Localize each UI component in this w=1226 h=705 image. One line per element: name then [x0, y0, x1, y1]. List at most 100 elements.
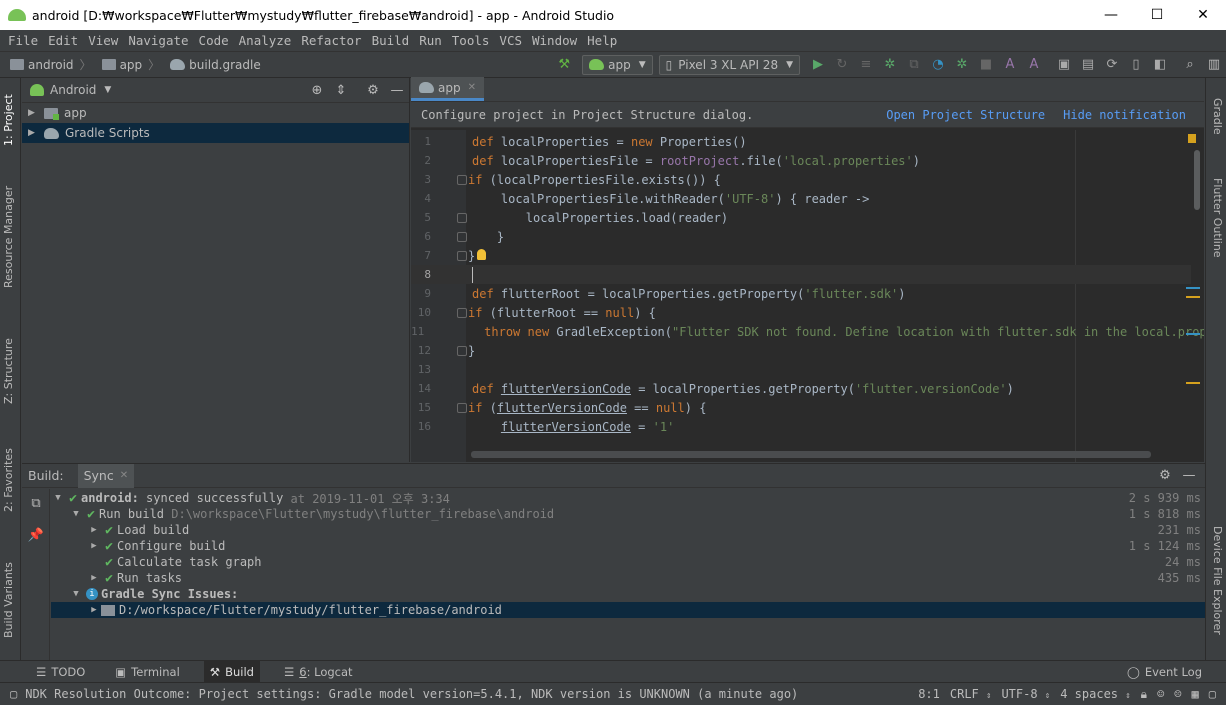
status-message[interactable]: NDK Resolution Outcome: Project settings…	[25, 687, 798, 701]
sdk-manager-icon[interactable]: ▤	[1080, 57, 1096, 73]
menu-vcs[interactable]: VCS	[494, 33, 527, 48]
make-project-icon[interactable]: ⚒	[556, 57, 572, 73]
debug-icon[interactable]: ✲	[882, 57, 898, 73]
editor-tab-app[interactable]: app ✕	[411, 77, 484, 101]
collapse-all-icon[interactable]: ⇕	[333, 82, 349, 98]
breadcrumb-build-gradle[interactable]: build.gradle	[170, 58, 261, 72]
hide-notification-link[interactable]: Hide notification	[1063, 108, 1186, 122]
tab-terminal[interactable]: ▣ Terminal	[109, 661, 185, 683]
menu-tools[interactable]: Tools	[447, 33, 495, 48]
collapse-icon[interactable]: ▼	[69, 509, 83, 519]
code-editor[interactable]: 1 def localProperties = new Properties() …	[411, 130, 1204, 462]
rerun-icon[interactable]: ↻	[834, 57, 850, 73]
tab-sync[interactable]: Sync ✕	[77, 463, 135, 488]
stop-icon[interactable]: ■	[978, 57, 994, 73]
highlight-marker[interactable]	[1186, 333, 1200, 335]
breadcrumb-android[interactable]: android 〉	[10, 56, 92, 73]
tab-build[interactable]: ⚒ Build	[203, 660, 260, 683]
minimize-button[interactable]: —	[1088, 0, 1134, 30]
menu-refactor[interactable]: Refactor	[296, 33, 366, 48]
collapse-icon[interactable]: ▼	[69, 589, 83, 599]
chevron-down-icon[interactable]: ▼	[104, 85, 111, 95]
tab-logcat[interactable]: ☰ 6: Logcat	[278, 661, 359, 683]
build-row[interactable]: ✔ Calculate task graph 24 ms	[51, 554, 1205, 570]
menu-run[interactable]: Run	[414, 33, 447, 48]
device-file-explorer-tool-tab[interactable]: Device File Explorer	[1211, 526, 1224, 635]
profile-icon[interactable]: ◔	[930, 57, 946, 73]
menu-window[interactable]: Window	[527, 33, 582, 48]
gear-icon[interactable]: ⚙	[1157, 468, 1173, 484]
tab-event-log[interactable]: ◯ Event Log	[1121, 661, 1208, 683]
run-with-coverage-icon[interactable]: ✲	[954, 57, 970, 73]
structure-tool-tab[interactable]: Z: Structure	[2, 338, 15, 404]
flutter-inspector-icon[interactable]: A	[1002, 57, 1018, 73]
build-row[interactable]: ▶ ✔ Configure build 1 s 124 ms	[51, 538, 1205, 554]
expand-icon[interactable]: ▶	[87, 541, 101, 551]
menu-help[interactable]: Help	[582, 33, 622, 48]
build-row-selected[interactable]: ▶ D:/workspace/Flutter/mystudy/flutter_f…	[51, 602, 1205, 618]
locate-icon[interactable]: ⊕	[309, 82, 325, 98]
tree-item-app[interactable]: ▶ app	[22, 103, 409, 123]
hide-icon[interactable]: —	[1181, 468, 1197, 484]
vertical-scrollbar[interactable]	[1194, 150, 1200, 210]
gradle-tool-tab[interactable]: Gradle	[1211, 98, 1224, 135]
build-row[interactable]: ▼ i Gradle Sync Issues:	[51, 586, 1205, 602]
run-config-select[interactable]: app ▼	[582, 54, 653, 75]
memory-icon[interactable]: ▦	[1192, 687, 1199, 701]
close-button[interactable]: ✕	[1180, 0, 1226, 30]
tree-item-gradle-scripts[interactable]: ▶ Gradle Scripts	[22, 123, 409, 143]
device-file-icon[interactable]: ◧	[1152, 57, 1168, 73]
smile-icon[interactable]: ☺	[1157, 687, 1164, 701]
avd-manager-icon[interactable]: ▯	[1128, 57, 1144, 73]
expand-icon[interactable]: ▶	[87, 525, 101, 535]
notifications-icon[interactable]: ▢	[1209, 687, 1216, 701]
attach-debugger-icon[interactable]: ⧉	[906, 57, 922, 73]
hide-icon[interactable]: —	[389, 82, 405, 98]
build-row[interactable]: ▶ ✔ Load build 231 ms	[51, 522, 1205, 538]
line-separator-select[interactable]: CRLF ⇕	[950, 687, 992, 701]
highlight-marker[interactable]	[1186, 287, 1200, 289]
highlight-marker[interactable]	[1186, 296, 1200, 298]
search-icon[interactable]: ⌕	[1182, 57, 1198, 73]
build-row[interactable]: ▼ ✔ android: synced successfully at 2019…	[51, 490, 1205, 506]
pin-icon[interactable]: 📌	[28, 527, 44, 543]
device-select[interactable]: ▯ Pixel 3 XL API 28 ▼	[658, 54, 800, 75]
status-toggle-icon[interactable]: ▢	[10, 687, 17, 701]
encoding-select[interactable]: UTF-8 ⇕	[1001, 687, 1050, 701]
tab-todo[interactable]: ☰ TODO	[30, 661, 91, 683]
expand-icon[interactable]: ▶	[87, 605, 101, 615]
toggle-view-icon[interactable]: ⧉	[28, 495, 44, 511]
resource-manager-tool-tab[interactable]: Resource Manager	[2, 186, 15, 288]
caret-position[interactable]: 8:1	[918, 687, 940, 701]
menu-build[interactable]: Build	[367, 33, 415, 48]
apply-changes-icon[interactable]: ≡	[858, 57, 874, 73]
run-icon[interactable]: ▶	[810, 57, 826, 73]
flutter-attach-icon[interactable]: A	[1026, 57, 1042, 73]
menu-file[interactable]: File	[3, 33, 43, 48]
gutter-icon[interactable]: ▥	[1206, 57, 1222, 73]
project-tool-tab[interactable]: 1: Project	[2, 94, 15, 146]
project-structure-icon[interactable]: ▣	[1056, 57, 1072, 73]
gear-icon[interactable]: ⚙	[365, 82, 381, 98]
menu-analyze[interactable]: Analyze	[234, 33, 297, 48]
expand-icon[interactable]: ▶	[28, 128, 44, 138]
close-icon[interactable]: ✕	[468, 82, 476, 93]
indent-select[interactable]: 4 spaces ⇕	[1060, 687, 1130, 701]
menu-edit[interactable]: Edit	[43, 33, 83, 48]
build-row[interactable]: ▶ ✔ Run tasks 435 ms	[51, 570, 1205, 586]
warning-marker[interactable]	[1188, 134, 1196, 143]
menu-view[interactable]: View	[83, 33, 123, 48]
build-variants-tool-tab[interactable]: Build Variants	[2, 562, 15, 638]
expand-icon[interactable]: ▶	[87, 573, 101, 583]
frown-icon[interactable]: ☹	[1174, 687, 1181, 701]
favorites-tool-tab[interactable]: 2: Favorites	[2, 448, 15, 512]
menu-code[interactable]: Code	[194, 33, 234, 48]
lightbulb-icon[interactable]	[477, 248, 487, 260]
open-project-structure-link[interactable]: Open Project Structure	[886, 108, 1045, 122]
horizontal-scrollbar[interactable]	[471, 451, 1151, 458]
expand-icon[interactable]: ▶	[28, 108, 44, 118]
build-row[interactable]: ▼ ✔ Run build D:\workspace\Flutter\mystu…	[51, 506, 1205, 522]
highlight-marker[interactable]	[1186, 382, 1200, 384]
menu-navigate[interactable]: Navigate	[123, 33, 193, 48]
maximize-button[interactable]: ☐	[1134, 0, 1180, 30]
